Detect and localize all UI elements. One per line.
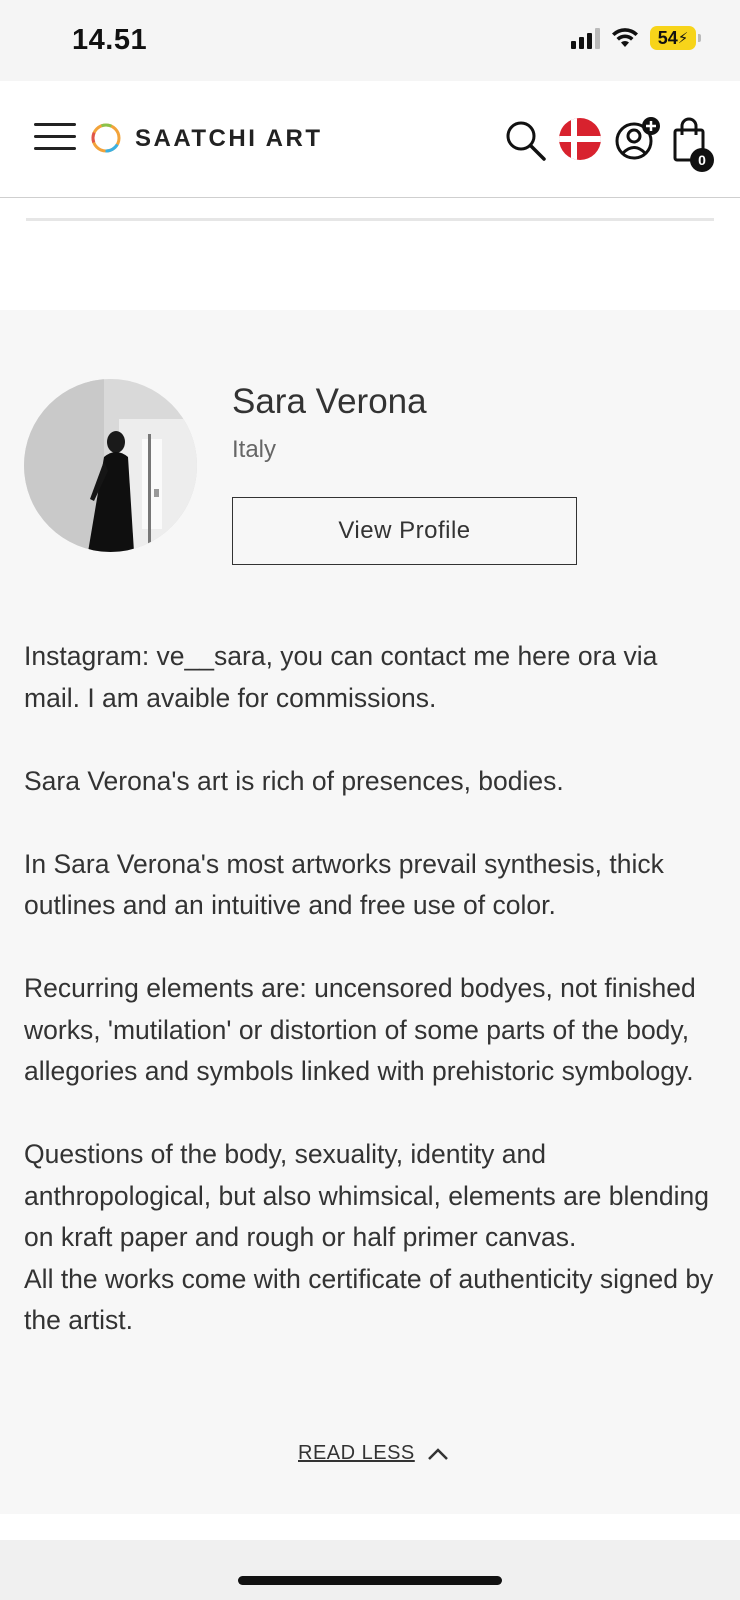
artist-about-section: Sara Verona Italy View Profile Instagram…: [0, 310, 740, 1514]
artist-photo: [24, 379, 197, 552]
page-footer-gap: [0, 1514, 740, 1540]
status-icons: 54 ⚡: [571, 26, 701, 50]
wifi-icon: [612, 28, 638, 47]
search-icon[interactable]: [504, 119, 546, 161]
bio-paragraph: In Sara Verona's most artworks prevail s…: [24, 848, 664, 921]
bio-paragraph: All the works come with certificate of a…: [24, 1263, 714, 1336]
logo-text[interactable]: SAATCHI ART: [135, 125, 322, 153]
account-icon[interactable]: [614, 115, 664, 165]
battery-icon: 54 ⚡: [650, 26, 701, 50]
artist-bio: Instagram: ve__sara, you can contact me …: [24, 636, 720, 1342]
site-header: SAATCHI ART: [0, 81, 740, 198]
artist-country: Italy: [232, 436, 277, 463]
menu-icon[interactable]: [34, 123, 76, 153]
bio-paragraph: Questions of the body, sexuality, identi…: [24, 1139, 709, 1252]
status-bar: 14.51 54 ⚡: [0, 0, 740, 81]
charging-icon: ⚡: [677, 30, 689, 47]
divider: [26, 218, 714, 221]
content-top: [0, 198, 740, 310]
bio-paragraph: Sara Verona's art is rich of presences, …: [24, 765, 564, 796]
cart-count-badge[interactable]: 0: [690, 148, 714, 172]
cellular-signal-icon: [571, 27, 600, 49]
read-less-label[interactable]: READ LESS: [298, 1442, 415, 1465]
bio-paragraph: Instagram: ve__sara, you can contact me …: [24, 641, 658, 713]
denmark-flag-icon[interactable]: [558, 117, 602, 161]
logo-icon[interactable]: [89, 121, 123, 155]
home-indicator[interactable]: [238, 1576, 502, 1585]
status-time: 14.51: [72, 24, 148, 56]
artist-name[interactable]: Sara Verona: [232, 382, 427, 422]
battery-level: 54: [657, 27, 678, 48]
bottom-bar: [0, 1540, 740, 1600]
read-less-button[interactable]: READ LESS: [298, 1442, 449, 1465]
artist-avatar[interactable]: [24, 379, 197, 552]
bio-paragraph: Recurring elements are: uncensored bodye…: [24, 973, 696, 1086]
chevron-up-icon[interactable]: [427, 1447, 449, 1461]
view-profile-button[interactable]: View Profile: [232, 497, 577, 565]
